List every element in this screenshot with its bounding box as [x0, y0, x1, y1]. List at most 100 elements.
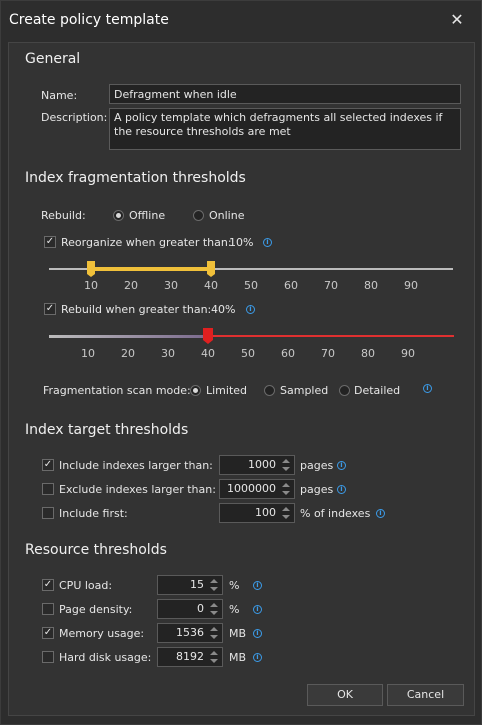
- increment-icon[interactable]: [282, 507, 290, 511]
- reorganize-max-handle[interactable]: [207, 261, 215, 277]
- rebuild-tick-label: 80: [361, 347, 375, 360]
- decrement-icon[interactable]: [282, 515, 290, 519]
- dialog-title: Create policy template: [9, 12, 169, 28]
- cpu-load-label: CPU load:: [59, 579, 113, 592]
- decrement-icon[interactable]: [210, 635, 218, 639]
- info-icon[interactable]: i: [337, 461, 346, 470]
- rebuild-when-checkbox[interactable]: ✓: [44, 303, 56, 315]
- increment-icon[interactable]: [210, 651, 218, 655]
- info-icon[interactable]: i: [253, 653, 262, 662]
- decrement-icon[interactable]: [282, 467, 290, 471]
- dialog-body: General Name: Description: A policy temp…: [8, 42, 475, 716]
- exclude-larger-checkbox[interactable]: [42, 483, 54, 495]
- decrement-icon[interactable]: [210, 659, 218, 663]
- page-density-stepper[interactable]: 0: [157, 599, 223, 619]
- increment-icon[interactable]: [282, 483, 290, 487]
- rebuild-online-label: Online: [209, 209, 245, 222]
- reorganize-tick-label: 70: [324, 279, 338, 292]
- hard-disk-usage-checkbox[interactable]: [42, 651, 54, 663]
- rebuild-tick-label: 30: [161, 347, 175, 360]
- increment-icon[interactable]: [210, 579, 218, 583]
- reorganize-checkbox[interactable]: ✓: [44, 236, 56, 248]
- page-density-value: 0: [197, 602, 204, 615]
- rebuild-tick-label: 50: [241, 347, 255, 360]
- rebuild-tick-label: 60: [281, 347, 295, 360]
- rebuild-tick-label: 40: [201, 347, 215, 360]
- info-icon[interactable]: i: [423, 384, 432, 393]
- scan-sampled-radio[interactable]: [264, 385, 275, 396]
- cpu-load-stepper[interactable]: 15: [157, 575, 223, 595]
- scan-sampled-label: Sampled: [280, 384, 329, 397]
- cpu-load-value: 15: [190, 578, 204, 591]
- section-fragmentation-heading: Index fragmentation thresholds: [25, 170, 246, 186]
- reorganize-tick-label: 20: [124, 279, 138, 292]
- decrement-icon[interactable]: [210, 587, 218, 591]
- rebuild-online-radio[interactable]: [193, 210, 204, 221]
- reorganize-tick-label: 90: [404, 279, 418, 292]
- increment-icon[interactable]: [210, 627, 218, 631]
- info-icon[interactable]: i: [253, 605, 262, 614]
- reorganize-tick-label: 10: [84, 279, 98, 292]
- include-larger-value: 1000: [248, 458, 276, 471]
- close-icon[interactable]: ✕: [447, 10, 467, 30]
- reorganize-tick-label: 40: [204, 279, 218, 292]
- scan-limited-radio[interactable]: [190, 385, 201, 396]
- exclude-larger-label: Exclude indexes larger than:: [59, 483, 216, 496]
- hard-disk-usage-stepper[interactable]: 8192: [157, 647, 223, 667]
- include-first-value: 100: [255, 506, 276, 519]
- include-larger-label: Include indexes larger than:: [59, 459, 213, 472]
- hard-disk-usage-unit: MB: [229, 651, 247, 664]
- reorganize-min-handle[interactable]: [87, 261, 95, 277]
- memory-usage-stepper[interactable]: 1536: [157, 623, 223, 643]
- rebuild-tick-label: 70: [321, 347, 335, 360]
- ok-button[interactable]: OK: [307, 684, 383, 706]
- memory-usage-checkbox[interactable]: ✓: [42, 627, 54, 639]
- reorganize-tick-label: 30: [164, 279, 178, 292]
- section-target-heading: Index target thresholds: [25, 422, 189, 438]
- rebuild-tick-label: 20: [121, 347, 135, 360]
- include-larger-stepper[interactable]: 1000: [219, 455, 295, 475]
- info-icon[interactable]: i: [253, 581, 262, 590]
- hard-disk-usage-label: Hard disk usage:: [59, 651, 152, 664]
- increment-icon[interactable]: [282, 459, 290, 463]
- include-larger-unit: pages: [300, 459, 334, 472]
- info-icon[interactable]: i: [246, 305, 255, 314]
- info-icon[interactable]: i: [337, 485, 346, 494]
- decrement-icon[interactable]: [210, 611, 218, 615]
- include-larger-checkbox[interactable]: ✓: [42, 459, 54, 471]
- description-field[interactable]: A policy template which defragments all …: [109, 108, 461, 150]
- name-label: Name:: [41, 89, 78, 102]
- page-density-checkbox[interactable]: [42, 603, 54, 615]
- rebuild-offline-label: Offline: [129, 209, 166, 222]
- scan-limited-label: Limited: [206, 384, 248, 397]
- rebuild-threshold-handle[interactable]: [203, 328, 213, 344]
- include-first-checkbox[interactable]: [42, 507, 54, 519]
- rebuild-tick-label: 10: [81, 347, 95, 360]
- rebuild-slider-range: [208, 335, 454, 337]
- cpu-load-checkbox[interactable]: ✓: [42, 579, 54, 591]
- description-label: Description:: [41, 111, 108, 124]
- rebuild-offline-radio[interactable]: [113, 210, 124, 221]
- cpu-load-unit: %: [229, 579, 240, 592]
- include-first-unit: % of indexes: [300, 507, 371, 520]
- decrement-icon[interactable]: [282, 491, 290, 495]
- section-resource-heading: Resource thresholds: [25, 542, 167, 558]
- memory-usage-value: 1536: [176, 626, 204, 639]
- include-first-stepper[interactable]: 100: [219, 503, 295, 523]
- rebuild-when-label: Rebuild when greater than:: [61, 303, 212, 316]
- name-field[interactable]: [109, 84, 461, 104]
- info-icon[interactable]: i: [263, 238, 272, 247]
- exclude-larger-stepper[interactable]: 1000000: [219, 479, 295, 499]
- scan-detailed-radio[interactable]: [339, 385, 350, 396]
- info-icon[interactable]: i: [253, 629, 262, 638]
- rebuild-when-value: 40%: [211, 303, 236, 316]
- cancel-button[interactable]: Cancel: [387, 684, 464, 706]
- increment-icon[interactable]: [210, 603, 218, 607]
- reorganize-tick-label: 50: [244, 279, 258, 292]
- hard-disk-usage-value: 8192: [176, 650, 204, 663]
- info-icon[interactable]: i: [376, 509, 385, 518]
- scan-mode-label: Fragmentation scan mode:: [43, 384, 191, 397]
- rebuild-mode-label: Rebuild:: [41, 209, 86, 222]
- reorganize-tick-label: 80: [364, 279, 378, 292]
- rebuild-tick-label: 90: [401, 347, 415, 360]
